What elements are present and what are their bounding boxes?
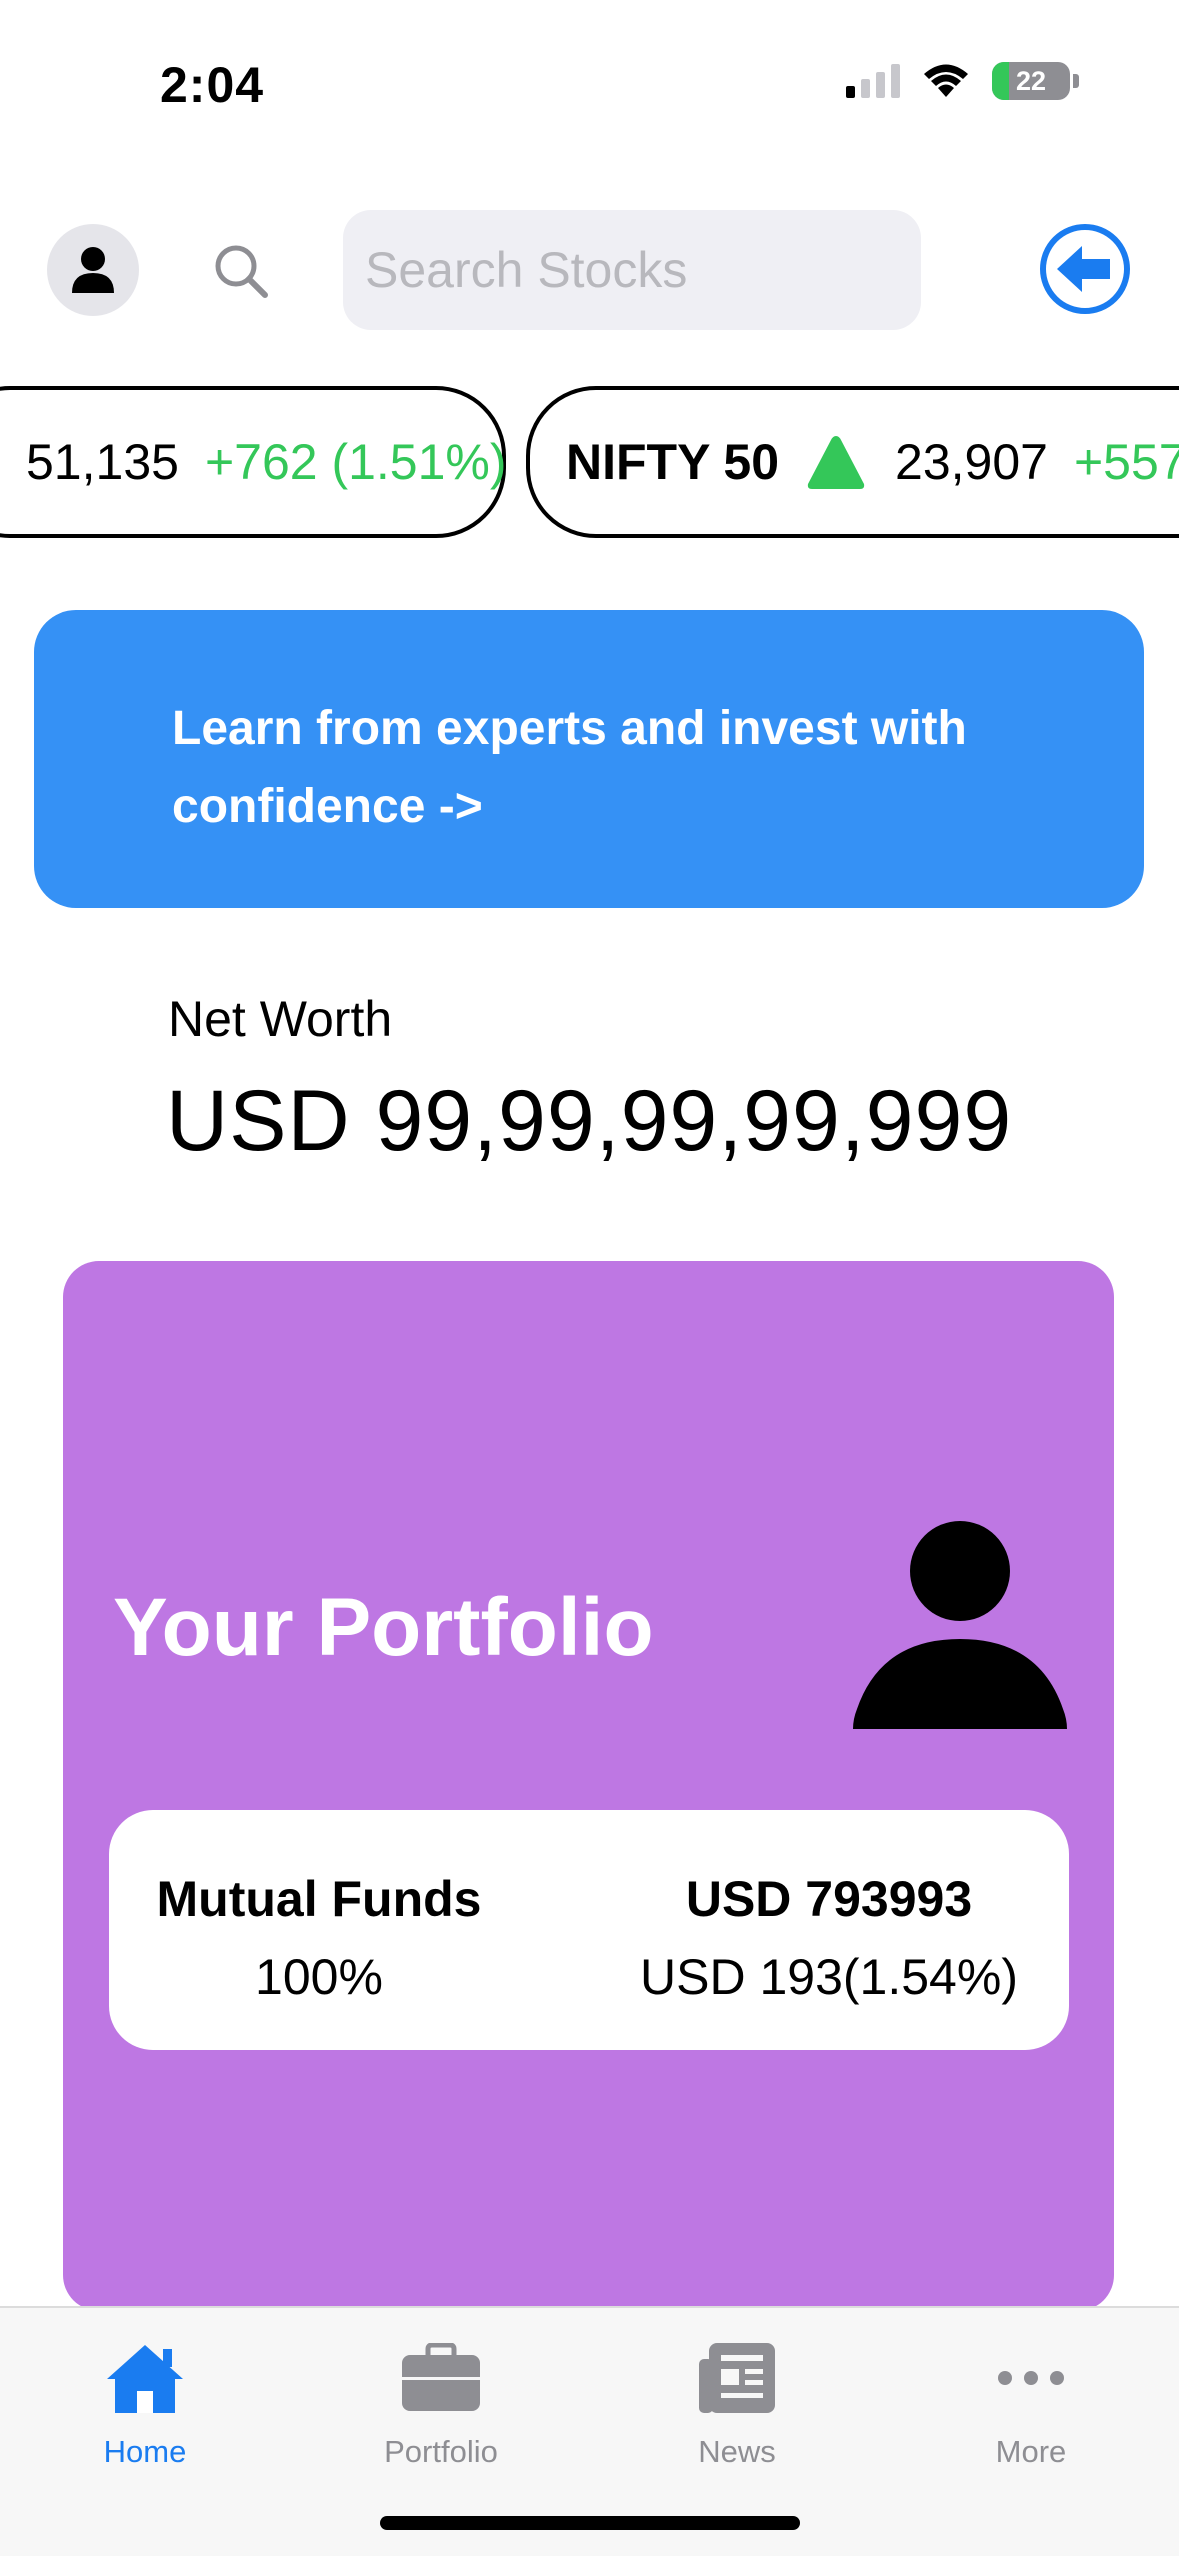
portfolio-summary[interactable]: Mutual Funds 100% USD 793993 USD 193(1.5…: [109, 1810, 1069, 2050]
learn-banner[interactable]: Learn from experts and invest with confi…: [34, 610, 1144, 908]
home-icon: [107, 2345, 183, 2413]
person-icon: [853, 1521, 1067, 1729]
ticker-change: +762 (1.51%): [204, 434, 507, 490]
holding-category: Mutual Funds: [156, 1871, 482, 1927]
tab-home[interactable]: Home: [45, 2332, 245, 2470]
portfolio-title: Your Portfolio: [113, 1582, 654, 1673]
battery-level-text: 22: [1015, 65, 1047, 96]
search-field[interactable]: [343, 210, 921, 330]
portfolio-card[interactable]: Your Portfolio Mutual Funds 100% USD 793…: [63, 1261, 1114, 2311]
tab-label: Portfolio: [384, 2434, 498, 2469]
tab-more[interactable]: More: [931, 2332, 1131, 2470]
holding-share: 100%: [255, 1949, 383, 2005]
profile-avatar-button[interactable]: [47, 224, 139, 316]
banner-text: Learn from experts and invest with confi…: [172, 702, 967, 833]
cellular-signal-icon: [846, 64, 900, 98]
market-ticker: 51,135 +762 (1.51%) NIFTY 50 23,907 +557: [0, 386, 1179, 540]
ticker-value: 51,135: [26, 434, 179, 490]
battery-indicator: 22: [992, 62, 1079, 100]
back-arrow-icon[interactable]: [1038, 222, 1132, 316]
tab-label: News: [698, 2434, 776, 2469]
ticker-change: +557: [1073, 434, 1179, 490]
person-icon: [72, 247, 114, 293]
net-worth-label: Net Worth: [168, 991, 393, 1047]
newspaper-icon: [699, 2343, 775, 2413]
holding-gain: USD 193(1.54%): [640, 1949, 1018, 2005]
status-time: 2:04: [160, 57, 265, 113]
tab-portfolio[interactable]: Portfolio: [341, 2332, 541, 2470]
ticker-card[interactable]: 51,135 +762 (1.51%): [0, 386, 507, 538]
holding-amount: USD 793993: [685, 1871, 973, 1927]
search-input[interactable]: [365, 241, 921, 299]
net-worth-value: USD 99,99,99,99,999: [166, 1073, 1013, 1169]
search-icon: [215, 245, 268, 298]
tab-news[interactable]: News: [637, 2332, 837, 2470]
ticker-value: 23,907: [895, 434, 1048, 490]
ticker-name: NIFTY 50: [566, 434, 780, 490]
holding-category-col: Mutual Funds 100%: [109, 1860, 529, 2016]
up-triangle-icon: [807, 436, 865, 489]
battery-icon: 22: [992, 62, 1070, 100]
ticker-card-nifty[interactable]: NIFTY 50 23,907 +557: [526, 386, 1179, 538]
briefcase-icon: [402, 2343, 480, 2411]
home-indicator[interactable]: [380, 2516, 800, 2530]
status-indicators: 22: [846, 62, 1079, 100]
more-icon: [998, 2371, 1064, 2385]
battery-cap: [1073, 74, 1079, 88]
tab-label: More: [995, 2434, 1067, 2469]
tab-label: Home: [103, 2434, 187, 2469]
wifi-icon: [924, 64, 968, 97]
holding-value-col: USD 793993 USD 193(1.54%): [589, 1860, 1069, 2016]
search-button[interactable]: [208, 238, 274, 304]
